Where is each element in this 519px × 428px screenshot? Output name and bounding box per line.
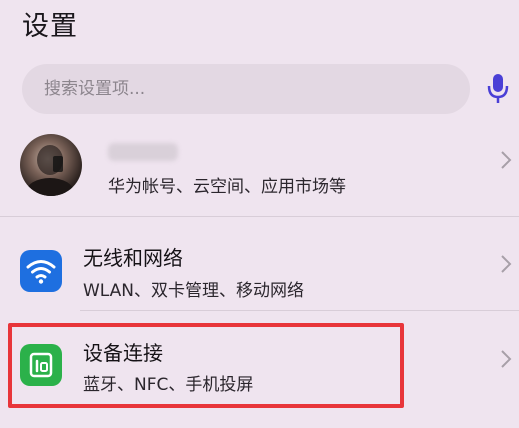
divider [0,216,519,217]
search-input[interactable] [44,75,444,103]
chevron-right-icon [501,350,512,368]
list-item-title: 无线和网络 [83,246,183,270]
avatar [20,134,82,196]
highlight-box [8,323,404,408]
divider [80,310,519,311]
account-subtitle: 华为帐号、云空间、应用市场等 [108,177,346,197]
chevron-right-icon [501,255,512,273]
page-title: 设置 [22,11,78,42]
list-item-wireless[interactable] [0,218,519,318]
microphone-icon[interactable] [484,68,512,108]
account-name-blurred [108,143,178,161]
wifi-icon [20,250,62,292]
list-item-subtitle: WLAN、双卡管理、移动网络 [83,281,305,301]
search-bar[interactable] [22,64,470,114]
chevron-right-icon [501,151,512,169]
